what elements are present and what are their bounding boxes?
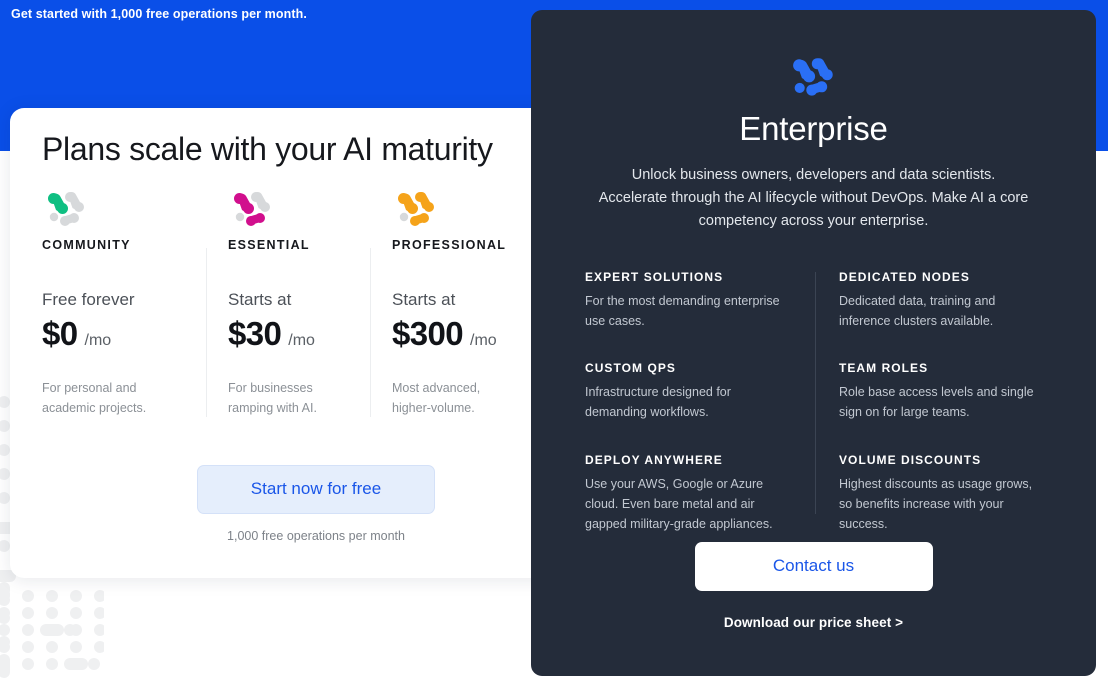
feature-item: DEDICATED NODES Dedicated data, training…: [839, 270, 1045, 332]
feature-title: EXPERT SOLUTIONS: [585, 269, 724, 284]
tier-name: ESSENTIAL: [228, 238, 310, 252]
tier-description: For personal and academic projects.: [42, 381, 147, 415]
feature-body: Dedicated data, training and inference c…: [839, 293, 996, 328]
feature-title: DEPLOY ANYWHERE: [585, 452, 723, 467]
tier-name: PROFESSIONAL: [392, 238, 507, 252]
feature-body: For the most demanding enterprise use ca…: [585, 293, 780, 328]
tier-price-line: $30 /mo: [228, 315, 348, 353]
start-now-for-free-button[interactable]: Start now for free: [197, 465, 435, 514]
feature-title: CUSTOM QPS: [585, 361, 676, 376]
pricing-tier-essential: ESSENTIAL Starts at $30 /mo For business…: [206, 190, 370, 418]
feature-item: EXPERT SOLUTIONS For the most demanding …: [585, 270, 791, 332]
tier-price: $0: [42, 315, 78, 353]
pricing-tier-row: COMMUNITY Free forever $0 /mo For person…: [42, 190, 542, 418]
enterprise-description: Unlock business owners, developers and d…: [598, 167, 1029, 229]
molecule-logo-icon: [228, 190, 348, 230]
tier-price-line: $300 /mo: [392, 315, 512, 353]
enterprise-panel: Enterprise Unlock business owners, devel…: [531, 10, 1096, 676]
enterprise-feature-column-right: DEDICATED NODES Dedicated data, training…: [815, 270, 1045, 535]
feature-item: TEAM ROLES Role base access levels and s…: [839, 361, 1045, 423]
tier-subtitle: Free forever: [42, 290, 135, 309]
download-price-sheet-link[interactable]: Download our price sheet >: [531, 615, 1096, 630]
feature-item: DEPLOY ANYWHERE Use your AWS, Google or …: [585, 453, 791, 535]
feature-body: Highest discounts as usage grows, so ben…: [839, 476, 1033, 532]
tier-name: COMMUNITY: [42, 238, 131, 252]
molecule-logo-icon: [786, 56, 842, 100]
hero-eyebrow-text: Get started with 1,000 free operations p…: [11, 7, 307, 21]
tier-price: $300: [392, 315, 464, 353]
molecule-logo-icon: [392, 190, 512, 230]
pricing-page: Get started with 1,000 free operations p…: [0, 0, 1108, 685]
enterprise-feature-column-left: EXPERT SOLUTIONS For the most demanding …: [585, 270, 815, 535]
feature-body: Use your AWS, Google or Azure cloud. Eve…: [585, 476, 773, 532]
enterprise-feature-grid: EXPERT SOLUTIONS For the most demanding …: [585, 270, 1045, 535]
tier-period: /mo: [288, 332, 315, 350]
pricing-tier-community: COMMUNITY Free forever $0 /mo For person…: [42, 190, 206, 418]
feature-title: VOLUME DISCOUNTS: [839, 452, 982, 467]
molecule-logo-icon: [42, 190, 184, 230]
feature-title: DEDICATED NODES: [839, 269, 970, 284]
page-title: Plans scale with your AI maturity: [42, 131, 493, 167]
tier-description: Most advanced, higher-volume.: [392, 381, 481, 415]
tier-description: For businesses ramping with AI.: [228, 381, 317, 415]
feature-body: Infrastructure designed for demanding wo…: [585, 385, 731, 420]
contact-us-button[interactable]: Contact us: [694, 542, 933, 591]
feature-item: VOLUME DISCOUNTS Highest discounts as us…: [839, 453, 1045, 535]
tier-period: /mo: [470, 332, 497, 350]
tier-subtitle: Starts at: [228, 290, 292, 309]
feature-title: TEAM ROLES: [839, 361, 929, 376]
tier-subtitle: Starts at: [392, 290, 456, 309]
tier-price: $30: [228, 315, 282, 353]
enterprise-title: Enterprise: [739, 110, 888, 147]
feature-body: Role base access levels and single sign …: [839, 385, 1034, 420]
pricing-tier-professional: PROFESSIONAL Starts at $300 /mo Most adv…: [370, 190, 534, 418]
enterprise-cta-area: Contact us Download our price sheet >: [531, 542, 1096, 630]
tier-price-line: $0 /mo: [42, 315, 184, 353]
feature-item: CUSTOM QPS Infrastructure designed for d…: [585, 361, 791, 423]
tier-period: /mo: [84, 332, 112, 350]
